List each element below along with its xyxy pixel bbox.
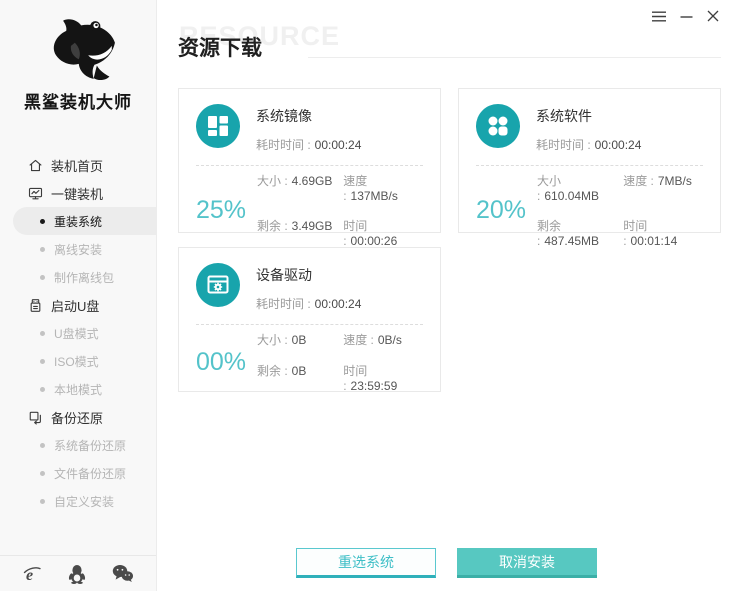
bullet-icon <box>40 275 45 280</box>
home-icon <box>27 157 43 173</box>
card-device-driver: 设备驱动 耗时时间 :00:00:24 00% 大小 :0B 速度 :0B/s … <box>178 247 441 392</box>
stat-size: 大小 :610.04MB <box>537 172 623 203</box>
bullet-icon <box>40 247 45 252</box>
sidebar: 黑鲨装机大师 装机首页 一键装机 重装系统 离线安装 <box>0 0 157 591</box>
sidebar-item-reinstall-system[interactable]: 重装系统 <box>13 207 156 235</box>
stat-time: 时间 :23:59:59 <box>343 362 423 393</box>
wechat-icon[interactable] <box>112 564 134 583</box>
sidebar-item-local-mode[interactable]: 本地模式 <box>0 375 156 403</box>
bullet-icon <box>40 443 45 448</box>
sidebar-item-label: 自定义安装 <box>54 493 114 510</box>
elapsed-time: 耗时时间 :00:00:24 <box>256 136 361 153</box>
shark-logo-icon <box>38 69 118 86</box>
bullet-icon <box>40 387 45 392</box>
stat-time: 时间 :00:00:26 <box>343 217 423 248</box>
social-bar: e <box>0 555 156 591</box>
bullet-icon <box>40 331 45 336</box>
sidebar-item-system-backup-restore[interactable]: 系统备份还原 <box>0 431 156 459</box>
stat-size: 大小 :0B <box>257 331 343 348</box>
sidebar-item-label: 制作离线包 <box>54 269 114 286</box>
elapsed-time: 耗时时间 :00:00:24 <box>536 136 641 153</box>
cancel-install-button[interactable]: 取消安装 <box>457 548 597 578</box>
sidebar-item-backup-restore[interactable]: 备份还原 <box>0 403 156 431</box>
stat-size: 大小 :4.69GB <box>257 172 343 203</box>
close-icon[interactable] <box>707 10 719 22</box>
sidebar-item-label: U盘模式 <box>54 325 99 342</box>
monitor-icon <box>27 185 43 201</box>
download-cards: 系统镜像 耗时时间 :00:00:24 25% 大小 :4.69GB 速度 :1… <box>178 88 721 392</box>
title-divider <box>308 57 721 58</box>
bullet-icon <box>40 471 45 476</box>
sidebar-item-home[interactable]: 装机首页 <box>0 151 156 179</box>
qq-icon[interactable] <box>68 564 86 584</box>
software-grid-icon <box>476 104 520 153</box>
sidebar-item-label: 离线安装 <box>54 241 102 258</box>
sidebar-item-boot-usb[interactable]: 启动U盘 <box>0 291 156 319</box>
sidebar-item-label: 一键装机 <box>51 184 103 203</box>
sidebar-item-label: 重装系统 <box>54 213 102 230</box>
card-title: 设备驱动 <box>256 265 361 285</box>
sidebar-item-one-key-install[interactable]: 一键装机 <box>0 179 156 207</box>
stat-time: 时间 :00:01:14 <box>623 217 703 248</box>
page-header: RESOURCE 资源下载 <box>178 30 721 62</box>
bullet-icon <box>40 499 45 504</box>
progress-percent: 20% <box>476 196 537 225</box>
system-image-icon <box>196 104 240 153</box>
app-window: 黑鲨装机大师 装机首页 一键装机 重装系统 离线安装 <box>0 0 736 591</box>
sidebar-item-usb-mode[interactable]: U盘模式 <box>0 319 156 347</box>
stat-speed: 速度 :7MB/s <box>623 172 703 203</box>
sidebar-item-label: 系统备份还原 <box>54 437 126 454</box>
sidebar-nav: 装机首页 一键装机 重装系统 离线安装 制作离线包 <box>0 151 156 515</box>
sidebar-item-label: 启动U盘 <box>51 296 99 315</box>
dashed-divider <box>196 165 423 166</box>
card-system-software: 系统软件 耗时时间 :00:00:24 20% 大小 :610.04MB 速度 … <box>458 88 721 233</box>
menu-icon[interactable] <box>652 11 666 22</box>
action-footer: 重选系统 取消安装 <box>157 548 736 578</box>
window-controls <box>652 10 719 22</box>
sidebar-item-custom-install[interactable]: 自定义安装 <box>0 487 156 515</box>
sidebar-item-label: 备份还原 <box>51 408 103 427</box>
app-name: 黑鲨装机大师 <box>0 88 156 113</box>
ie-icon[interactable]: e <box>22 564 42 584</box>
sidebar-item-file-backup-restore[interactable]: 文件备份还原 <box>0 459 156 487</box>
backup-icon <box>27 409 43 425</box>
sidebar-item-offline-install[interactable]: 离线安装 <box>0 235 156 263</box>
bullet-icon <box>40 359 45 364</box>
dashed-divider <box>196 324 423 325</box>
page-title: 资源下载 <box>178 32 262 62</box>
stat-remaining: 剩余 :0B <box>257 362 343 393</box>
sidebar-item-label: 装机首页 <box>51 156 103 175</box>
reselect-system-button[interactable]: 重选系统 <box>296 548 436 578</box>
sidebar-item-label: 本地模式 <box>54 381 102 398</box>
driver-box-icon <box>196 263 240 312</box>
progress-percent: 25% <box>196 196 257 225</box>
stat-remaining: 剩余 :487.45MB <box>537 217 623 248</box>
sidebar-item-label: ISO模式 <box>54 353 99 370</box>
minimize-icon[interactable] <box>680 11 693 22</box>
card-system-image: 系统镜像 耗时时间 :00:00:24 25% 大小 :4.69GB 速度 :1… <box>178 88 441 233</box>
card-title: 系统软件 <box>536 106 641 126</box>
card-title: 系统镜像 <box>256 106 361 126</box>
bullet-icon <box>40 219 45 224</box>
usb-icon <box>27 297 43 313</box>
main-content: RESOURCE 资源下载 系统镜像 耗时时间 :00:00:24 <box>157 0 736 591</box>
stat-remaining: 剩余 :3.49GB <box>257 217 343 248</box>
app-logo: 黑鲨装机大师 <box>0 0 156 113</box>
elapsed-time: 耗时时间 :00:00:24 <box>256 295 361 312</box>
stat-speed: 速度 :137MB/s <box>343 172 423 203</box>
sidebar-item-iso-mode[interactable]: ISO模式 <box>0 347 156 375</box>
sidebar-item-make-offline-pack[interactable]: 制作离线包 <box>0 263 156 291</box>
stat-speed: 速度 :0B/s <box>343 331 423 348</box>
sidebar-item-label: 文件备份还原 <box>54 465 126 482</box>
dashed-divider <box>476 165 703 166</box>
progress-percent: 00% <box>196 348 257 377</box>
